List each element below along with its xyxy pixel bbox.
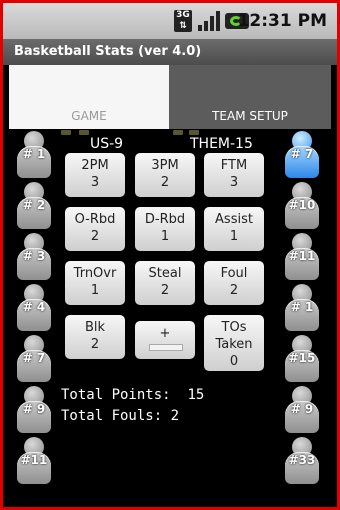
stat-assist-button[interactable]: Assist 1 bbox=[204, 207, 264, 251]
player-button[interactable]: # 1 bbox=[17, 131, 51, 178]
app-title: Basketball Stats (ver 4.0) bbox=[3, 39, 337, 65]
us-score: US-9 bbox=[90, 136, 124, 152]
stat-steal-button[interactable]: Steal 2 bbox=[135, 261, 195, 305]
plus-toggle-button[interactable]: + bbox=[135, 321, 195, 359]
network-3g-icon: 3G ⇅ bbox=[174, 10, 192, 32]
stat-orebound-button[interactable]: O-Rbd 2 bbox=[65, 207, 125, 251]
them-score: THEM-15 bbox=[190, 136, 253, 152]
tab-game-label: GAME bbox=[71, 109, 107, 123]
player-button[interactable]: #11 bbox=[285, 233, 319, 280]
divider-mark bbox=[189, 130, 199, 135]
player-button-selected[interactable]: # 7 bbox=[285, 131, 319, 178]
app-screen: 3G ⇅ 12:31 PM Basketball Stats (ver 4.0) … bbox=[3, 3, 337, 507]
player-button[interactable]: # 4 bbox=[17, 284, 51, 331]
player-button[interactable]: # 3 bbox=[17, 233, 51, 280]
stat-drebound-button[interactable]: D-Rbd 1 bbox=[135, 207, 195, 251]
status-bar: 3G ⇅ 12:31 PM bbox=[3, 3, 337, 39]
total-fouls: Total Fouls: 2 bbox=[61, 408, 180, 424]
player-button[interactable]: # 2 bbox=[17, 182, 51, 229]
signal-strength-icon bbox=[198, 11, 222, 31]
divider-mark bbox=[173, 130, 183, 135]
stat-3pm-button[interactable]: 3PM 2 bbox=[135, 153, 195, 197]
tab-team-setup-label: TEAM SETUP bbox=[212, 109, 288, 123]
stat-block-button[interactable]: Blk 2 bbox=[65, 315, 125, 359]
player-button[interactable]: # 1 bbox=[285, 284, 319, 331]
stat-turnover-button[interactable]: TrnOvr 1 bbox=[65, 261, 125, 305]
player-button[interactable]: #10 bbox=[285, 182, 319, 229]
player-button[interactable]: # 9 bbox=[285, 386, 319, 433]
player-button[interactable]: #15 bbox=[285, 335, 319, 382]
player-button[interactable]: # 7 bbox=[17, 335, 51, 382]
stat-2pm-button[interactable]: 2PM 3 bbox=[65, 153, 125, 197]
toggle-indicator bbox=[149, 344, 183, 351]
stat-ftm-button[interactable]: FTM 3 bbox=[204, 153, 264, 197]
tab-team-setup[interactable]: TEAM SETUP bbox=[169, 65, 331, 129]
status-time: 12:31 PM bbox=[237, 11, 327, 31]
player-button[interactable]: # 9 bbox=[17, 386, 51, 433]
stat-timeouts-button[interactable]: TOs Taken 0 bbox=[204, 315, 264, 371]
tab-game[interactable]: GAME bbox=[9, 65, 169, 129]
player-button[interactable]: #11 bbox=[17, 437, 51, 484]
stat-foul-button[interactable]: Foul 2 bbox=[204, 261, 264, 305]
player-button[interactable]: #33 bbox=[285, 437, 319, 484]
total-points: Total Points: 15 bbox=[61, 387, 205, 403]
divider-mark bbox=[61, 130, 71, 135]
divider-mark bbox=[79, 130, 89, 135]
